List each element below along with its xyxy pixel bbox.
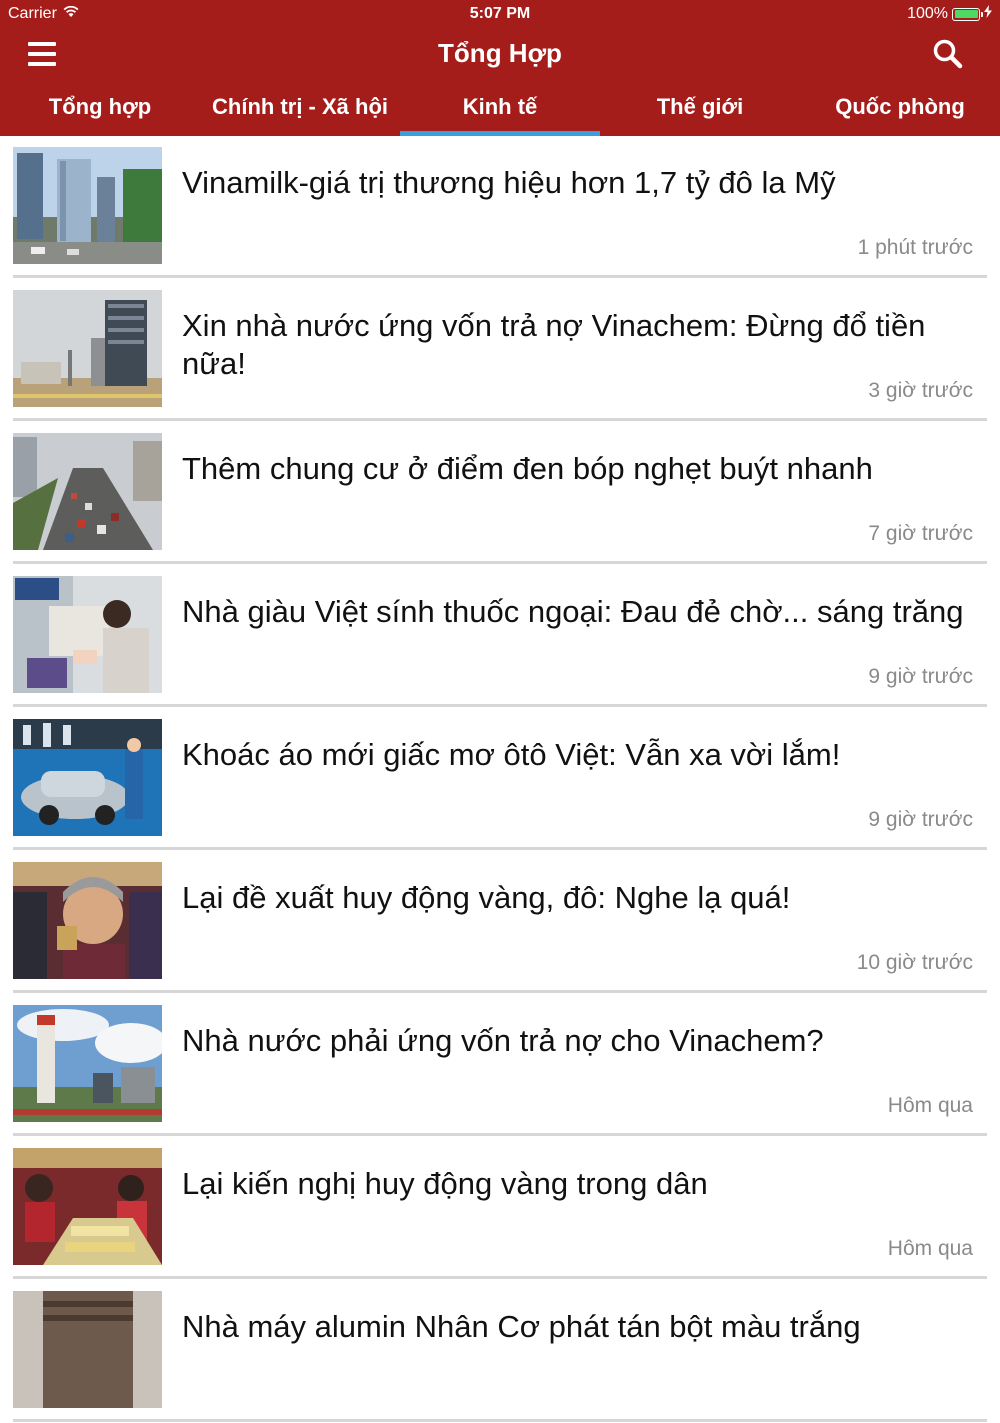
battery-group: 100% <box>907 5 992 23</box>
tab-chinh-tri-xa-hoi[interactable]: Chính trị - Xã hội <box>200 84 400 136</box>
app-header: Carrier 5:07 PM 100% Tổng Hợp Tổng hợp C… <box>0 0 1000 136</box>
battery-percent: 100% <box>907 5 948 22</box>
row-divider <box>13 704 987 707</box>
article-item[interactable]: Nhà máy alumin Nhân Cơ phát tán bột màu … <box>0 1280 1000 1423</box>
article-thumbnail <box>13 1291 162 1408</box>
article-thumbnail <box>13 862 162 979</box>
tab-kinh-te[interactable]: Kinh tế <box>400 84 600 136</box>
page-title: Tổng Hợp <box>438 38 562 68</box>
category-tabs: Tổng hợp Chính trị - Xã hội Kinh tế Thế … <box>0 84 1000 136</box>
article-title: Xin nhà nước ứng vốn trả nợ Vinachem: Đừ… <box>182 308 926 381</box>
search-icon[interactable] <box>932 38 964 70</box>
article-time: 10 giờ trước <box>856 951 973 974</box>
tab-the-gioi[interactable]: Thế giới <box>600 84 800 136</box>
article-title: Vinamilk-giá trị thương hiệu hơn 1,7 tỷ … <box>182 165 836 200</box>
article-time: Hôm qua <box>887 1237 973 1260</box>
row-divider <box>13 561 987 564</box>
article-thumbnail <box>13 433 162 550</box>
article-time: 3 giờ trước <box>868 379 973 402</box>
article-title: Lại kiến nghị huy động vàng trong dân <box>182 1166 708 1201</box>
article-item[interactable]: Nhà giàu Việt sính thuốc ngoại: Đau đẻ c… <box>0 565 1000 708</box>
article-thumbnail <box>13 576 162 693</box>
row-divider <box>13 418 987 421</box>
charging-bolt-icon <box>984 5 992 23</box>
row-divider <box>13 275 987 278</box>
battery-icon <box>952 7 983 21</box>
article-time: 1 phút trước <box>857 236 973 259</box>
row-divider <box>13 1419 987 1422</box>
article-time: 9 giờ trước <box>868 665 973 688</box>
row-divider <box>13 990 987 993</box>
article-title: Nhà giàu Việt sính thuốc ngoại: Đau đẻ c… <box>182 594 964 629</box>
article-item[interactable]: Khoác áo mới giấc mơ ôtô Việt: Vẫn xa vờ… <box>0 708 1000 851</box>
tab-tong-hop[interactable]: Tổng hợp <box>0 84 200 136</box>
article-item[interactable]: Xin nhà nước ứng vốn trả nợ Vinachem: Đừ… <box>0 279 1000 422</box>
article-list: Vinamilk-giá trị thương hiệu hơn 1,7 tỷ … <box>0 136 1000 1423</box>
status-time: 5:07 PM <box>469 5 531 22</box>
navigation-bar: Tổng Hợp <box>0 28 1000 84</box>
article-title: Khoác áo mới giấc mơ ôtô Việt: Vẫn xa vờ… <box>182 737 841 772</box>
article-item[interactable]: Thêm chung cư ở điểm đen bóp nghẹt buýt … <box>0 422 1000 565</box>
article-item[interactable]: Nhà nước phải ứng vốn trả nợ cho Vinache… <box>0 994 1000 1137</box>
article-title: Nhà máy alumin Nhân Cơ phát tán bột màu … <box>182 1309 861 1344</box>
row-divider <box>13 1133 987 1136</box>
article-thumbnail <box>13 1148 162 1265</box>
article-time: 9 giờ trước <box>868 808 973 831</box>
row-divider <box>13 847 987 850</box>
article-title: Nhà nước phải ứng vốn trả nợ cho Vinache… <box>182 1023 824 1058</box>
article-title: Thêm chung cư ở điểm đen bóp nghẹt buýt … <box>182 451 873 486</box>
article-item[interactable]: Lại đề xuất huy động vàng, đô: Nghe lạ q… <box>0 851 1000 994</box>
status-bar: Carrier 5:07 PM 100% <box>0 0 1000 28</box>
article-thumbnail <box>13 1005 162 1122</box>
article-thumbnail <box>13 147 162 264</box>
article-title: Lại đề xuất huy động vàng, đô: Nghe lạ q… <box>182 880 791 915</box>
article-item[interactable]: Lại kiến nghị huy động vàng trong dân Hô… <box>0 1137 1000 1280</box>
article-time: 7 giờ trước <box>868 522 973 545</box>
tab-quoc-phong[interactable]: Quốc phòng <box>800 84 1000 136</box>
article-thumbnail <box>13 719 162 836</box>
article-item[interactable]: Vinamilk-giá trị thương hiệu hơn 1,7 tỷ … <box>0 136 1000 279</box>
article-time: Hôm qua <box>887 1094 973 1117</box>
article-thumbnail <box>13 290 162 407</box>
row-divider <box>13 1276 987 1279</box>
